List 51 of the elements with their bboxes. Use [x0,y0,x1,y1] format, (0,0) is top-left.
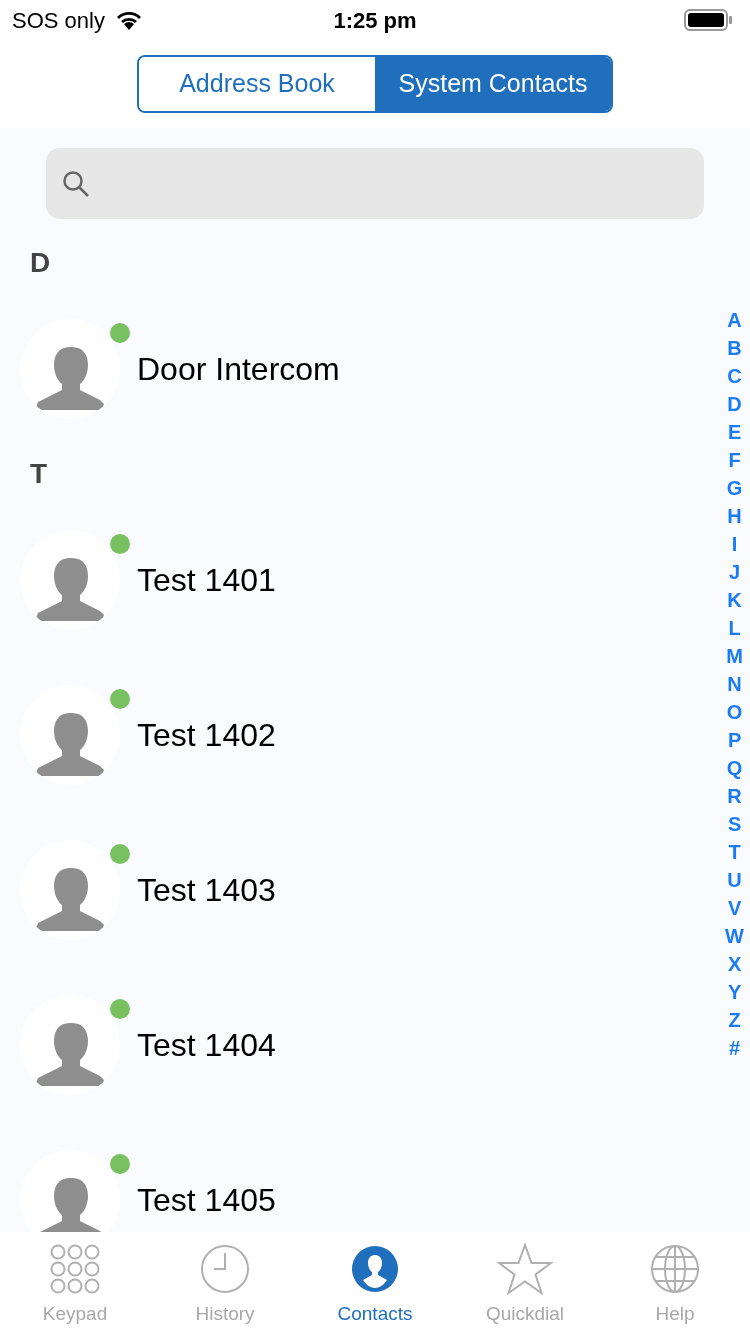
tab-bar-item[interactable]: Quickdial [450,1232,600,1334]
index-letter[interactable]: G [726,474,743,502]
index-letter[interactable]: Y [727,978,742,1006]
contact-name[interactable]: Door Intercom [137,344,340,393]
index-letter[interactable]: T [728,838,741,866]
contact-name[interactable]: Test 1403 [137,865,276,914]
contact-name[interactable]: Test 1402 [137,710,276,759]
person-icon [351,1245,399,1293]
index-letter[interactable]: L [728,614,741,642]
index-letter[interactable]: M [726,642,743,670]
index-letter[interactable]: C [727,362,742,390]
contact-name[interactable]: Test 1404 [137,1020,276,1069]
index-letter[interactable]: V [727,894,742,922]
segment-tab[interactable]: System Contacts [375,57,611,111]
index-letter[interactable]: O [726,698,743,726]
index-letter[interactable]: F [728,446,741,474]
tab-bar-item[interactable]: Contacts [300,1232,450,1334]
index-letter[interactable]: B [727,334,742,362]
section-header: D [30,246,51,280]
index-letter[interactable]: X [727,950,742,978]
index-letter[interactable]: S [727,810,742,838]
contact-name[interactable]: Test 1401 [137,555,276,604]
index-letter[interactable]: Q [726,754,743,782]
contact-name[interactable]: Test 1405 [137,1175,276,1224]
tab-bar-item[interactable]: Keypad [0,1232,150,1334]
globe-icon [650,1244,700,1294]
tab-bar-item[interactable]: History [150,1232,300,1334]
index-letter[interactable]: H [727,502,742,530]
index-letter[interactable]: W [725,922,744,950]
search-icon [62,169,90,198]
clock-icon [200,1244,250,1294]
search-field[interactable] [46,148,704,219]
index-letter[interactable]: R [727,782,742,810]
clock-text: 1:25 pm [333,6,417,35]
index-letter[interactable]: D [727,390,742,418]
battery-icon [684,8,734,32]
index-letter[interactable]: E [727,418,742,446]
index-letter[interactable]: K [727,586,742,614]
carrier-text: SOS only [12,6,105,35]
index-letter[interactable]: U [727,866,742,894]
index-letter[interactable]: I [731,530,738,558]
index-letter[interactable]: Z [728,1006,741,1034]
tab-bar-item[interactable]: Help [600,1232,750,1334]
index-letter[interactable]: P [727,726,742,754]
index-letter[interactable]: N [727,670,742,698]
keypad-icon [50,1244,100,1294]
section-header: T [30,457,48,491]
index-letter[interactable]: # [729,1034,741,1062]
index-letter[interactable]: J [729,558,741,586]
star-icon [497,1243,553,1295]
index-letter[interactable]: A [727,306,742,334]
